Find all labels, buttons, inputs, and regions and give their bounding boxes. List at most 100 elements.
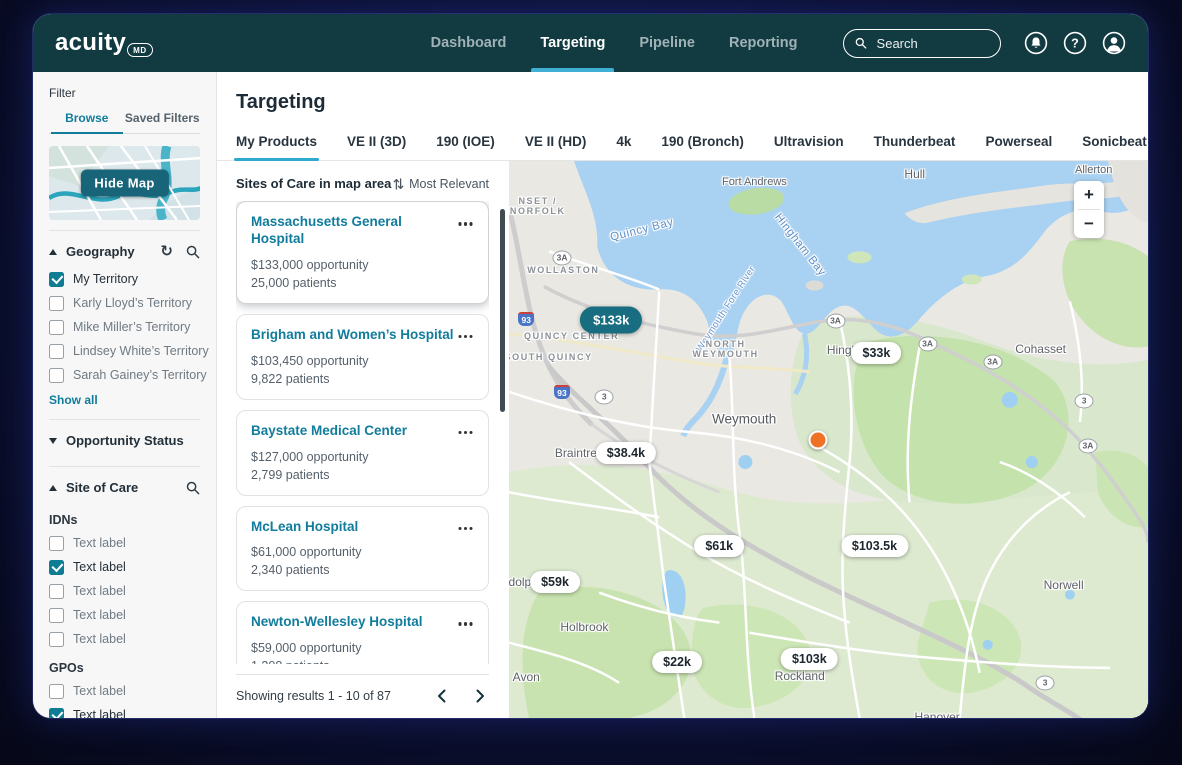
zoom-in-button[interactable]: + xyxy=(1074,181,1104,209)
notifications-bell-icon[interactable] xyxy=(1024,31,1048,55)
opportunity-pill[interactable]: $38.4k xyxy=(596,442,656,464)
product-tab[interactable]: 190 (Bronch) xyxy=(661,129,744,160)
gpos-checkbox-list: Text label Text label Text label xyxy=(49,679,200,718)
collapse-icon[interactable] xyxy=(49,249,57,255)
more-options-icon[interactable] xyxy=(463,519,475,533)
checkbox[interactable] xyxy=(49,320,64,335)
site-name-link[interactable]: Newton-Wellesley Hospital xyxy=(251,614,431,631)
product-tab[interactable]: Ultravision xyxy=(774,129,844,160)
idn-checkbox-row[interactable]: Text label xyxy=(49,555,200,579)
checkbox-label: Text label xyxy=(73,708,126,718)
site-card[interactable]: Newton-Wellesley Hospital $59,000 opport… xyxy=(236,601,489,664)
site-name-link[interactable]: Baystate Medical Center xyxy=(251,423,415,440)
next-page-button[interactable] xyxy=(476,689,485,703)
checkbox[interactable] xyxy=(49,708,64,719)
product-tab[interactable]: Sonicbeat xyxy=(1082,129,1147,160)
opportunity-value: $103,450 opportunity xyxy=(251,354,474,368)
sort-control[interactable]: Most Relevant xyxy=(393,177,489,191)
nav-item[interactable]: Dashboard xyxy=(431,14,507,72)
territory-checkbox-row[interactable]: Mike Miller’s Territory xyxy=(49,315,200,339)
expand-icon[interactable] xyxy=(49,438,57,444)
logo-md-badge: MD xyxy=(127,43,152,57)
checkbox[interactable] xyxy=(49,296,64,311)
idn-checkbox-row[interactable]: Text label xyxy=(49,627,200,651)
geography-section-header[interactable]: Geography ↻ xyxy=(49,231,200,267)
opportunity-value: $59,000 opportunity xyxy=(251,641,474,655)
site-name-link[interactable]: Brigham and Women’s Hospital xyxy=(251,327,462,344)
site-card[interactable]: Baystate Medical Center $127,000 opportu… xyxy=(236,410,489,496)
checkbox[interactable] xyxy=(49,684,64,699)
opportunity-pill[interactable]: $61k xyxy=(694,535,744,557)
checkbox-label: Karly Lloyd’s Territory xyxy=(73,296,192,310)
checkbox[interactable] xyxy=(49,536,64,551)
checkbox[interactable] xyxy=(49,368,64,383)
global-search[interactable] xyxy=(843,29,1001,58)
territory-checkbox-row[interactable]: Lindsey White’s Territory xyxy=(49,339,200,363)
product-tab[interactable]: VE II (3D) xyxy=(347,129,406,160)
checkbox[interactable] xyxy=(49,584,64,599)
account-icon[interactable] xyxy=(1102,31,1126,55)
sort-arrows-icon xyxy=(393,178,404,190)
product-tab[interactable]: Powerseal xyxy=(985,129,1052,160)
site-name-link[interactable]: Massachusetts General Hospital xyxy=(251,214,463,248)
nav-item[interactable]: Pipeline xyxy=(639,14,695,72)
acuitymd-logo[interactable]: acuity MD xyxy=(55,31,153,55)
sidebar-tab[interactable]: Browse xyxy=(49,111,125,133)
help-icon[interactable]: ? xyxy=(1063,31,1087,55)
site-marker-dot[interactable] xyxy=(808,431,827,450)
product-tab[interactable]: Thunderbeat xyxy=(874,129,956,160)
nav-right: ? xyxy=(843,29,1126,58)
territory-checkbox-row[interactable]: Sarah Gainey’s Territory xyxy=(49,363,200,387)
opportunity-pill[interactable]: $103.5k xyxy=(841,535,908,557)
main-content: Targeting My Products VE II (3D) 190 (IO… xyxy=(217,72,1148,718)
product-tab[interactable]: 190 (IOE) xyxy=(436,129,495,160)
territory-checkbox-row[interactable]: My Territory xyxy=(49,267,200,291)
opportunity-pill[interactable]: $33k xyxy=(852,342,902,364)
search-input[interactable] xyxy=(875,35,989,52)
patients-value: 2,340 patients xyxy=(251,563,474,577)
gpo-checkbox-row[interactable]: Text label xyxy=(49,679,200,703)
product-tab[interactable]: VE II (HD) xyxy=(525,129,587,160)
show-all-link[interactable]: Show all xyxy=(49,393,98,407)
checkbox[interactable] xyxy=(49,560,64,575)
site-card[interactable]: Brigham and Women’s Hospital $103,450 op… xyxy=(236,314,489,400)
zoom-out-button[interactable]: − xyxy=(1074,210,1104,238)
territory-checkbox-row[interactable]: Karly Lloyd’s Territory xyxy=(49,291,200,315)
map-area[interactable]: Fort Andrews Hull Allerton Quincy Bay Hi… xyxy=(509,161,1148,718)
list-scrollbar[interactable] xyxy=(500,209,505,412)
previous-page-button[interactable] xyxy=(437,689,446,703)
nav-item[interactable]: Targeting xyxy=(540,14,605,72)
refresh-icon[interactable]: ↻ xyxy=(160,244,173,259)
sidebar-tab[interactable]: Saved Filters xyxy=(125,111,201,133)
product-tab[interactable]: 4k xyxy=(616,129,631,160)
map-canvas[interactable] xyxy=(509,161,1148,718)
idn-checkbox-row[interactable]: Text label xyxy=(49,603,200,627)
gpo-checkbox-row[interactable]: Text label xyxy=(49,703,200,718)
section-search-icon[interactable] xyxy=(186,245,200,259)
checkbox[interactable] xyxy=(49,344,64,359)
idn-checkbox-row[interactable]: Text label xyxy=(49,531,200,555)
hide-map-button[interactable]: Hide Map xyxy=(80,170,168,197)
more-options-icon[interactable] xyxy=(463,214,475,228)
opportunity-status-section-header[interactable]: Opportunity Status xyxy=(49,420,200,456)
site-card[interactable]: Massachusetts General Hospital $133,000 … xyxy=(236,201,489,304)
more-options-icon[interactable] xyxy=(463,614,475,628)
more-options-icon[interactable] xyxy=(463,327,475,341)
idn-checkbox-row[interactable]: Text label xyxy=(49,579,200,603)
more-options-icon[interactable] xyxy=(463,423,475,437)
collapse-icon[interactable] xyxy=(49,485,57,491)
nav-item[interactable]: Reporting xyxy=(729,14,797,72)
site-name-link[interactable]: McLean Hospital xyxy=(251,519,366,536)
checkbox[interactable] xyxy=(49,632,64,647)
site-of-care-section-header[interactable]: Site of Care xyxy=(49,467,200,503)
checkbox-label: Lindsey White’s Territory xyxy=(73,344,209,358)
opportunity-pill[interactable]: $59k xyxy=(530,571,580,593)
opportunity-pill[interactable]: $103k xyxy=(781,648,838,670)
site-card[interactable]: McLean Hospital $61,000 opportunity 2,34… xyxy=(236,506,489,592)
product-tab[interactable]: My Products xyxy=(236,129,317,160)
checkbox[interactable] xyxy=(49,272,64,287)
opportunity-pill[interactable]: $22k xyxy=(652,651,702,673)
opportunity-pill[interactable]: $133k xyxy=(580,306,642,333)
section-search-icon[interactable] xyxy=(186,481,200,495)
checkbox[interactable] xyxy=(49,608,64,623)
